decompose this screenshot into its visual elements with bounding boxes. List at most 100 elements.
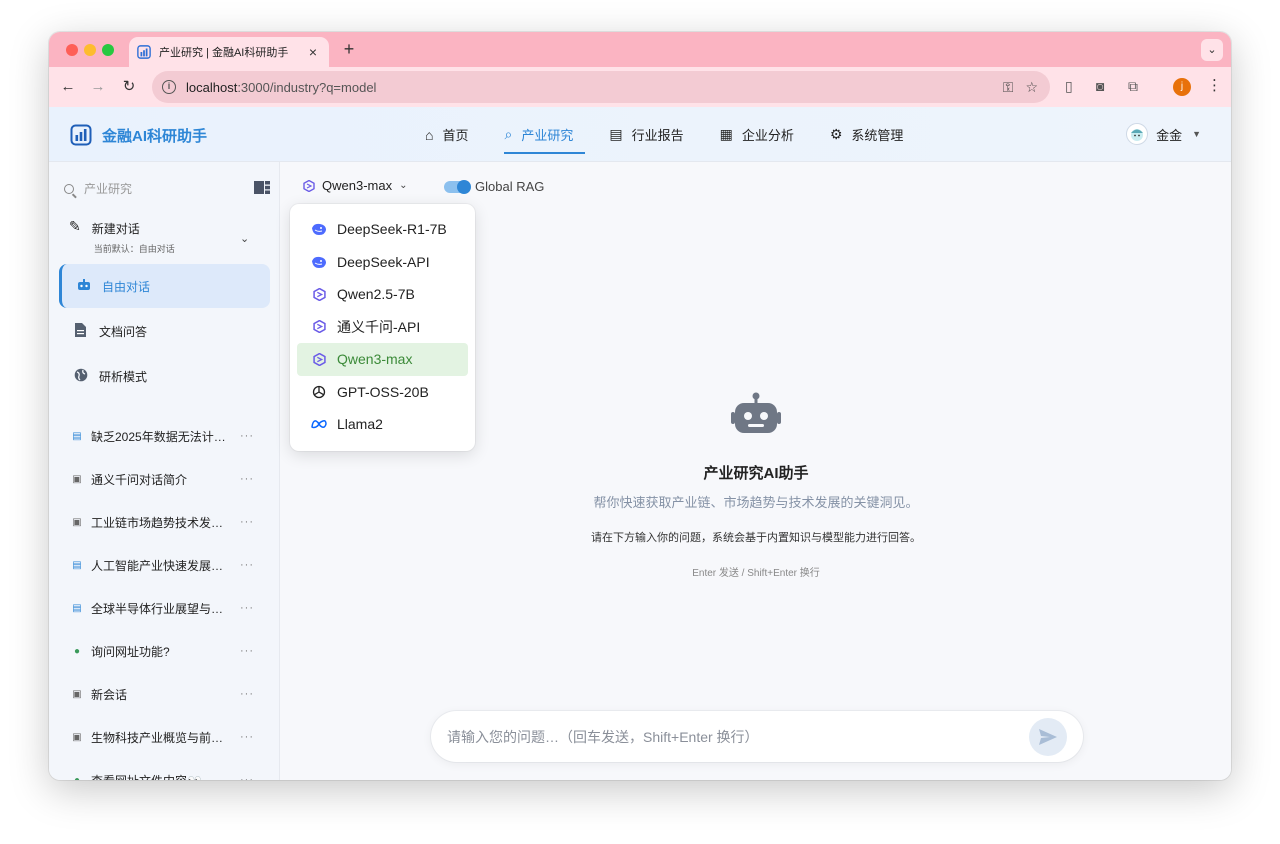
maximize-window-button[interactable] xyxy=(102,44,114,56)
app-logo[interactable]: 金融AI科研助手 xyxy=(70,124,207,146)
extensions-icon[interactable]: ⧉ xyxy=(1128,78,1138,95)
rag-switch[interactable] xyxy=(444,179,471,194)
nav-industry-report[interactable]: ▤ 行业报告 xyxy=(597,107,695,162)
close-tab-icon[interactable]: × xyxy=(305,44,321,60)
model-option-label: Llama2 xyxy=(337,416,383,433)
browser-toolbar: ← → ↻ i localhost:3000/industry?q=model … xyxy=(49,67,1231,107)
mode-free-chat[interactable]: 自由对话 xyxy=(59,264,270,308)
model-option-deepseek-api[interactable]: DeepSeek-API xyxy=(297,246,468,279)
history-item[interactable]: ● 询问网址功能? ··· xyxy=(72,641,272,661)
history-item[interactable]: ▤ 人工智能产业快速发展… ··· xyxy=(72,555,272,575)
history-item[interactable]: ▤ 全球半导体行业展望与… ··· xyxy=(72,598,272,618)
qwen-icon xyxy=(311,286,327,302)
model-option-llama2[interactable]: Llama2 xyxy=(297,408,468,441)
mode-label: 自由对话 xyxy=(102,279,151,294)
nav-home[interactable]: ⌂ 首页 xyxy=(413,107,480,162)
more-options-icon[interactable]: ··· xyxy=(240,559,254,571)
more-options-icon[interactable]: ··· xyxy=(240,602,254,614)
globe-icon xyxy=(72,368,89,385)
url-text[interactable]: localhost:3000/industry?q=model xyxy=(186,80,1003,95)
reload-button[interactable]: ↻ xyxy=(118,76,140,98)
qwen-icon xyxy=(311,351,327,367)
more-options-icon[interactable]: ··· xyxy=(240,516,254,528)
new-chat-button[interactable]: ✎ 新建对话 当前默认：自由对话 xyxy=(69,218,175,255)
more-options-icon[interactable]: ··· xyxy=(240,774,254,780)
nav-label: 首页 xyxy=(442,128,469,143)
history-label: 全球半导体行业展望与… xyxy=(91,601,224,616)
chat-input-box xyxy=(431,711,1083,762)
nav-company-analysis[interactable]: ▦ 企业分析 xyxy=(708,107,806,162)
nav-industry-research[interactable]: ⌕ 产业研究 xyxy=(492,107,586,162)
model-option-deepseek-r1-7b[interactable]: DeepSeek-R1-7B xyxy=(297,213,468,246)
history-label: 新会话 xyxy=(91,687,128,702)
globe-icon: ● xyxy=(73,774,81,781)
browser-tab[interactable]: 产业研究 | 金融AI科研助手 × xyxy=(129,37,329,67)
minimize-window-button[interactable] xyxy=(84,44,96,56)
mode-document-qa[interactable]: 文档问答 xyxy=(59,309,270,353)
history-item[interactable]: ▤ 缺乏2025年数据无法计… ··· xyxy=(72,426,272,446)
more-options-icon[interactable]: ··· xyxy=(240,430,254,442)
sidebar-collapse-icon[interactable] xyxy=(254,181,270,194)
nav-system-admin[interactable]: ⚙ 系统管理 xyxy=(818,107,916,162)
building-icon: ▦ xyxy=(719,126,733,142)
chat-input[interactable] xyxy=(447,728,1007,745)
model-selector[interactable]: Qwen3-max ⌄ xyxy=(303,178,407,193)
robot-icon: ▣ xyxy=(72,731,82,743)
new-chat-title: 新建对话 xyxy=(91,222,140,236)
site-info-icon[interactable]: i xyxy=(162,80,176,94)
robot-icon xyxy=(731,392,781,433)
pencil-icon: ✎ xyxy=(69,218,81,234)
model-option-qwen2-5-7b[interactable]: Qwen2.5-7B xyxy=(297,278,468,311)
browser-window: 产业研究 | 金融AI科研助手 × + ⌄ ← → ↻ i localhost:… xyxy=(49,32,1231,780)
page-title: 产业研究AI助手 xyxy=(703,465,809,482)
robot-icon: ▣ xyxy=(72,516,82,528)
send-button[interactable] xyxy=(1029,718,1067,756)
mode-research[interactable]: 研析模式 xyxy=(59,354,270,398)
chevron-down-icon[interactable]: ⌄ xyxy=(240,232,249,245)
history-item[interactable]: ● 查看网址文件内容👀 ··· xyxy=(72,770,272,781)
model-option-label: Qwen2.5-7B xyxy=(337,286,415,303)
bookmark-star-icon[interactable]: ☆ xyxy=(1025,79,1038,96)
model-option-label: 通义千问-API xyxy=(337,318,421,335)
address-bar[interactable]: i localhost:3000/industry?q=model ⚿ ☆ xyxy=(152,71,1050,103)
history-item[interactable]: ▣ 新会话 ··· xyxy=(72,684,272,704)
history-item[interactable]: ▣ 生物科技产业概览与前… ··· xyxy=(72,727,272,747)
sidebar-search[interactable]: 产业研究 xyxy=(64,180,132,197)
new-tab-button[interactable]: + xyxy=(339,39,359,60)
user-menu[interactable]: 金金 ▼ xyxy=(1126,123,1201,145)
model-option-gpt-oss-20b[interactable]: GPT-OSS-20B xyxy=(297,376,468,409)
document-icon xyxy=(72,322,89,340)
nav-label: 行业报告 xyxy=(631,128,684,143)
global-rag-toggle[interactable]: Global RAG xyxy=(444,179,544,194)
history-label: 查看网址文件内容👀 xyxy=(91,772,231,781)
gear-icon: ⚙ xyxy=(829,126,843,142)
more-options-icon[interactable]: ··· xyxy=(240,645,254,657)
search-icon xyxy=(64,183,74,194)
history-item[interactable]: ▣ 工业链市场趋势技术发… ··· xyxy=(72,512,272,532)
back-button[interactable]: ← xyxy=(57,76,79,98)
more-options-icon[interactable]: ··· xyxy=(240,731,254,743)
app-header: 金融AI科研助手 ⌂ 首页 ⌕ 产业研究 ▤ 行业报告 ▦ 企业分析 ⚙ 系统管理 金金 … xyxy=(49,107,1231,162)
new-chat-default-mode: 当前默认：自由对话 xyxy=(93,244,175,254)
search-icon: ⌕ xyxy=(504,126,513,142)
tab-title: 产业研究 | 金融AI科研助手 xyxy=(159,47,289,59)
tab-search-button[interactable]: ⌄ xyxy=(1201,39,1223,61)
avatar-face-icon xyxy=(1131,129,1144,141)
more-options-icon[interactable]: ··· xyxy=(240,473,254,485)
password-key-icon[interactable]: ⚿ xyxy=(1003,79,1014,96)
send-icon xyxy=(1039,729,1057,745)
more-options-icon[interactable]: ··· xyxy=(240,688,254,700)
model-option-tongyi-api[interactable]: 通义千问-API xyxy=(297,311,468,344)
history-item[interactable]: ▣ 通义千问对话简介 ··· xyxy=(72,469,272,489)
screenshot-icon[interactable]: ◙ xyxy=(1096,78,1104,94)
sidebar-search-input[interactable]: 产业研究 xyxy=(84,180,132,197)
url-path: :3000/industry?q=model xyxy=(237,79,377,95)
reading-mode-icon[interactable]: ▯ xyxy=(1065,78,1073,95)
profile-avatar[interactable]: j xyxy=(1173,78,1191,96)
close-window-button[interactable] xyxy=(66,44,78,56)
logo-icon xyxy=(70,124,92,146)
model-dropdown: DeepSeek-R1-7B DeepSeek-API Qwen2.5-7B 通… xyxy=(290,204,475,451)
browser-menu-icon[interactable]: ⋮ xyxy=(1207,76,1222,94)
model-option-qwen3-max[interactable]: Qwen3-max xyxy=(297,343,468,376)
forward-button[interactable]: → xyxy=(87,76,109,98)
